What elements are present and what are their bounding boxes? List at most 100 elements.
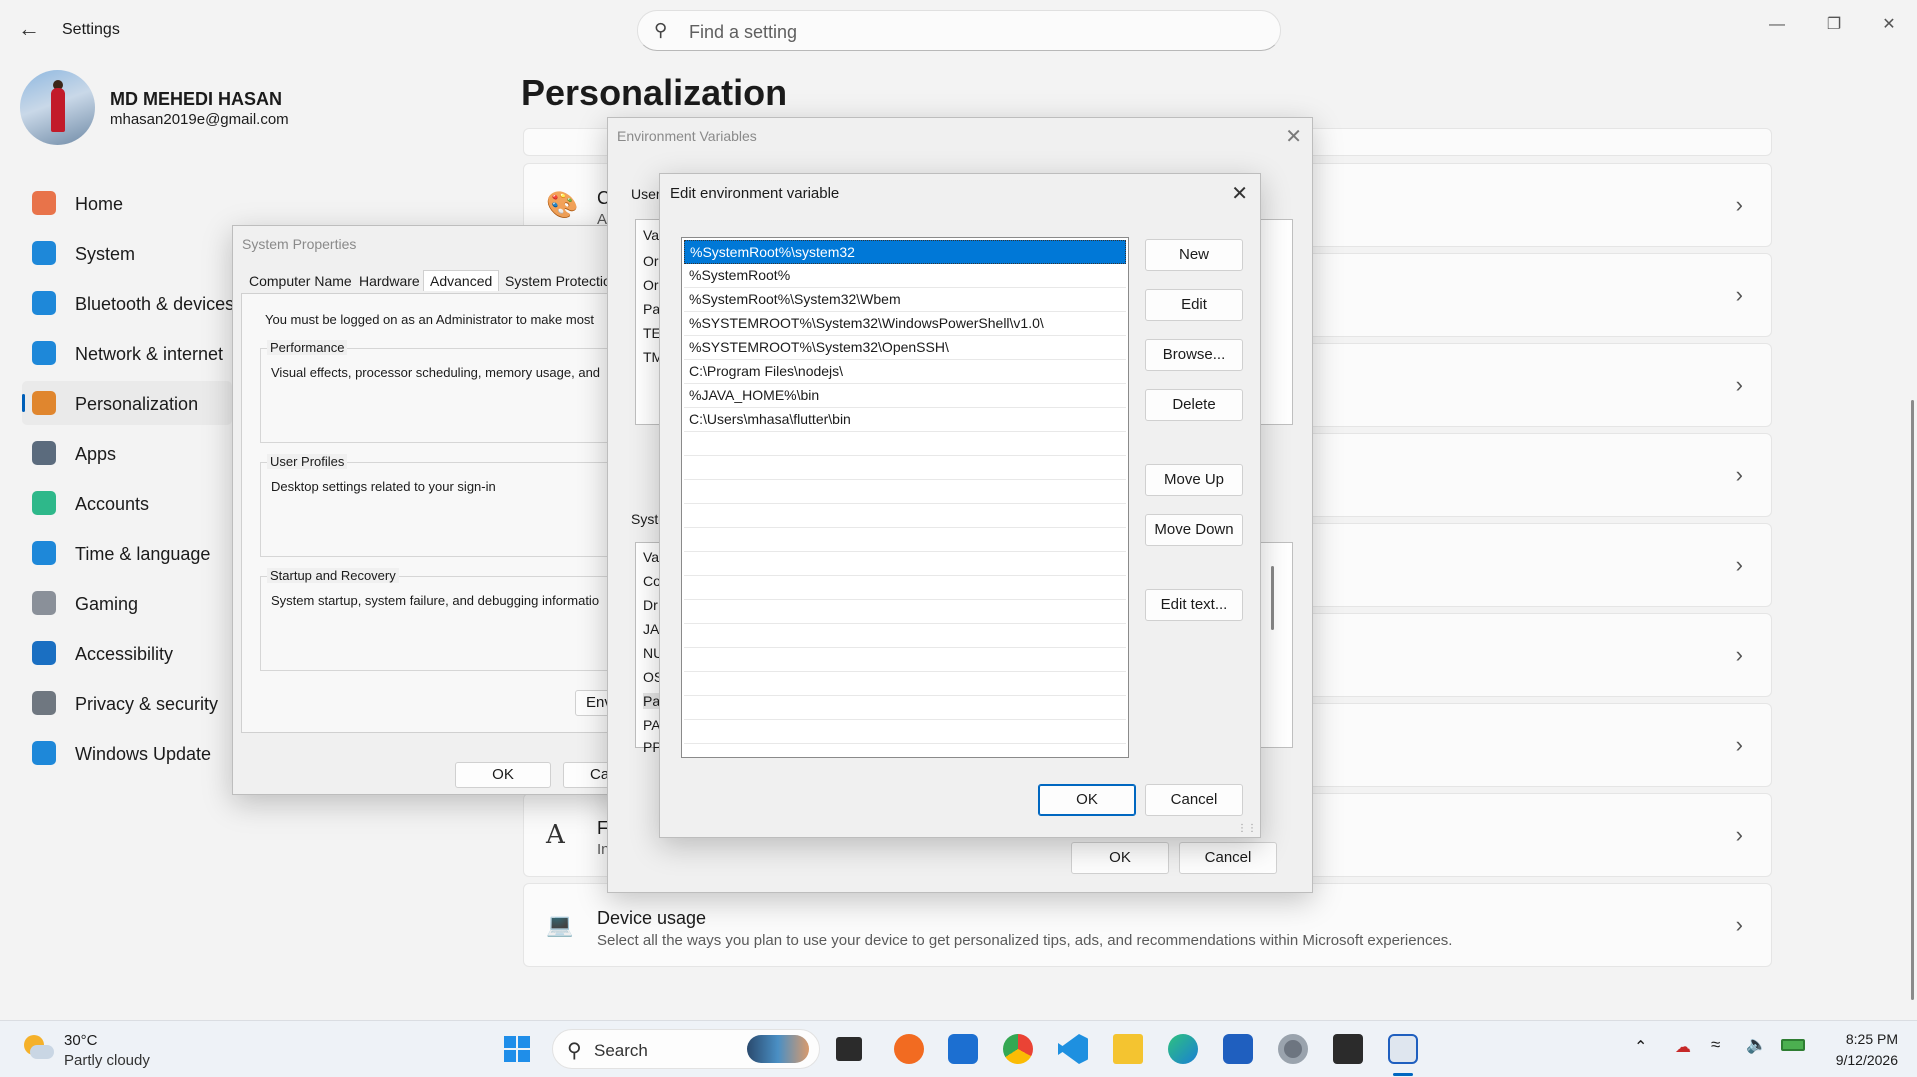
move-down-button[interactable]: Move Down [1145,514,1243,546]
sidebar-item-time-language[interactable]: Time & language [22,531,232,575]
list-item[interactable]: C:\Program Files\nodejs\ [684,360,1126,384]
close-button[interactable]: ✕ [1866,10,1912,40]
edit-text-button[interactable]: Edit text... [1145,589,1243,621]
sidebar-item-accounts[interactable]: Accounts [22,481,232,525]
chrome-icon[interactable] [1003,1034,1033,1064]
list-item[interactable]: %SYSTEMROOT%\System32\OpenSSH\ [684,336,1126,360]
list-item[interactable]: C:\Users\mhasa\flutter\bin [684,408,1126,432]
list-item[interactable] [684,504,1126,528]
path-list[interactable]: %SystemRoot%\system32 %SystemRoot% %System… [681,237,1129,758]
start-icon[interactable] [502,1034,532,1064]
list-item[interactable] [684,432,1126,456]
task-view-icon[interactable] [836,1037,862,1061]
terminal-icon[interactable] [1333,1034,1363,1064]
pen-app-icon[interactable] [894,1034,924,1064]
list-item[interactable] [684,576,1126,600]
search-box[interactable]: ⚲ Find a setting [637,10,1281,51]
list-item[interactable]: Or [643,277,659,293]
list-item[interactable]: %SystemRoot% [684,264,1126,288]
cancel-button[interactable]: Cancel [1145,784,1243,816]
list-item[interactable]: PA [643,717,661,733]
move-up-button[interactable]: Move Up [1145,464,1243,496]
list-item[interactable] [684,528,1126,552]
tab-advanced[interactable]: Advanced [423,270,500,291]
tab-system-protection[interactable]: System Protection [505,273,619,289]
cancel-button[interactable]: Cancel [1179,842,1277,874]
list-item[interactable]: %SystemRoot%\System32\Wbem [684,288,1126,312]
list-item[interactable] [684,456,1126,480]
sidebar-item-accessibility[interactable]: Accessibility [22,631,232,675]
clock-date[interactable]: 9/12/2026 [1810,1052,1898,1068]
new-button[interactable]: New [1145,239,1243,271]
back-arrow-icon: ← [18,16,40,41]
tab-hardware[interactable]: Hardware [359,273,420,289]
maximize-button[interactable]: ❐ [1811,10,1857,40]
sidebar-item-privacy-security[interactable]: Privacy & security [22,681,232,725]
browse-button[interactable]: Browse... [1145,339,1243,371]
sidebar-item-system[interactable]: System [22,231,232,275]
sidebar-item-apps[interactable]: Apps [22,431,232,475]
list-item[interactable]: %SystemRoot%\system32 [684,240,1126,264]
list-item[interactable]: JA [643,621,659,637]
list-item[interactable]: Pa [643,301,660,317]
sidebar-item-gaming[interactable]: Gaming [22,581,232,625]
sidebar-item-bluetooth-devices[interactable]: Bluetooth & devices [22,281,235,325]
sidebar-item-label: Bluetooth & devices [75,294,235,314]
back-button[interactable]: ← [18,18,42,42]
system-properties-app-icon[interactable] [1388,1034,1418,1064]
chevron-up-icon[interactable]: ⌃ [1634,1037,1647,1057]
list-item[interactable] [684,552,1126,576]
edit-button[interactable]: Edit [1145,289,1243,321]
weather-icon[interactable] [22,1033,56,1063]
battery-icon[interactable] [1781,1039,1805,1051]
list-item[interactable] [684,720,1126,744]
onedrive-error-icon[interactable]: ☁ [1675,1037,1691,1057]
list-item[interactable]: %SYSTEMROOT%\System32\WindowsPowerShell\… [684,312,1126,336]
vscode-icon[interactable] [1058,1034,1088,1064]
sidebar-item-home[interactable]: Home [22,181,232,225]
list-item[interactable]: Or [643,253,659,269]
tab-computer-name[interactable]: Computer Name [249,273,352,289]
sidebar-item-windows-update[interactable]: Windows Update [22,731,232,775]
palette-icon: 🎨 [546,189,579,220]
settings-gear-icon[interactable] [1278,1034,1308,1064]
file-explorer-icon[interactable] [1113,1034,1143,1064]
wifi-icon[interactable]: ≈ [1711,1035,1720,1055]
ok-button[interactable]: OK [455,762,551,788]
list-item[interactable] [684,696,1126,720]
edge-icon[interactable] [1168,1034,1198,1064]
system-properties-dialog: System Properties Computer Name Hardware… [232,225,645,795]
ok-button[interactable]: OK [1071,842,1169,874]
chevron-right-icon: › [1735,912,1743,937]
list-item[interactable]: Pa [643,693,661,709]
list-item[interactable] [684,648,1126,672]
sidebar-item-personalization[interactable]: Personalization [22,381,232,425]
card-device-usage[interactable]: 💻 Device usage Select all the ways you p… [523,883,1772,967]
list-item[interactable] [684,600,1126,624]
group-title: User Profiles [267,454,348,469]
store-icon[interactable] [1223,1034,1253,1064]
avatar[interactable] [20,70,95,145]
list-item[interactable]: %JAVA_HOME%\bin [684,384,1126,408]
sidebar-item-network-internet[interactable]: Network & internet [22,331,232,375]
scrollbar-thumb[interactable] [1911,400,1914,1000]
volume-icon[interactable]: 🔈 [1746,1035,1767,1055]
list-item[interactable]: Dr [643,597,658,613]
close-icon[interactable]: ✕ [1231,181,1248,206]
delete-button[interactable]: Delete [1145,389,1243,421]
weather-temp[interactable]: 30°C [64,1032,98,1049]
list-item[interactable] [684,672,1126,696]
minimize-button[interactable]: — [1754,10,1800,40]
weather-desc[interactable]: Partly cloudy [64,1052,150,1069]
close-icon[interactable]: ✕ [1285,124,1302,149]
list-item[interactable] [684,480,1126,504]
resize-grip-icon[interactable]: ⋮⋮ [1237,823,1257,834]
scrollbar-thumb[interactable] [1271,566,1274,630]
taskbar-search[interactable]: ⚲ Search [552,1029,820,1069]
list-item[interactable] [684,624,1126,648]
clock-time[interactable]: 8:25 PM [1810,1031,1898,1047]
ok-button[interactable]: OK [1038,784,1136,816]
active-app-indicator [1393,1073,1413,1076]
home-icon [32,191,56,215]
outlook-icon[interactable] [948,1034,978,1064]
